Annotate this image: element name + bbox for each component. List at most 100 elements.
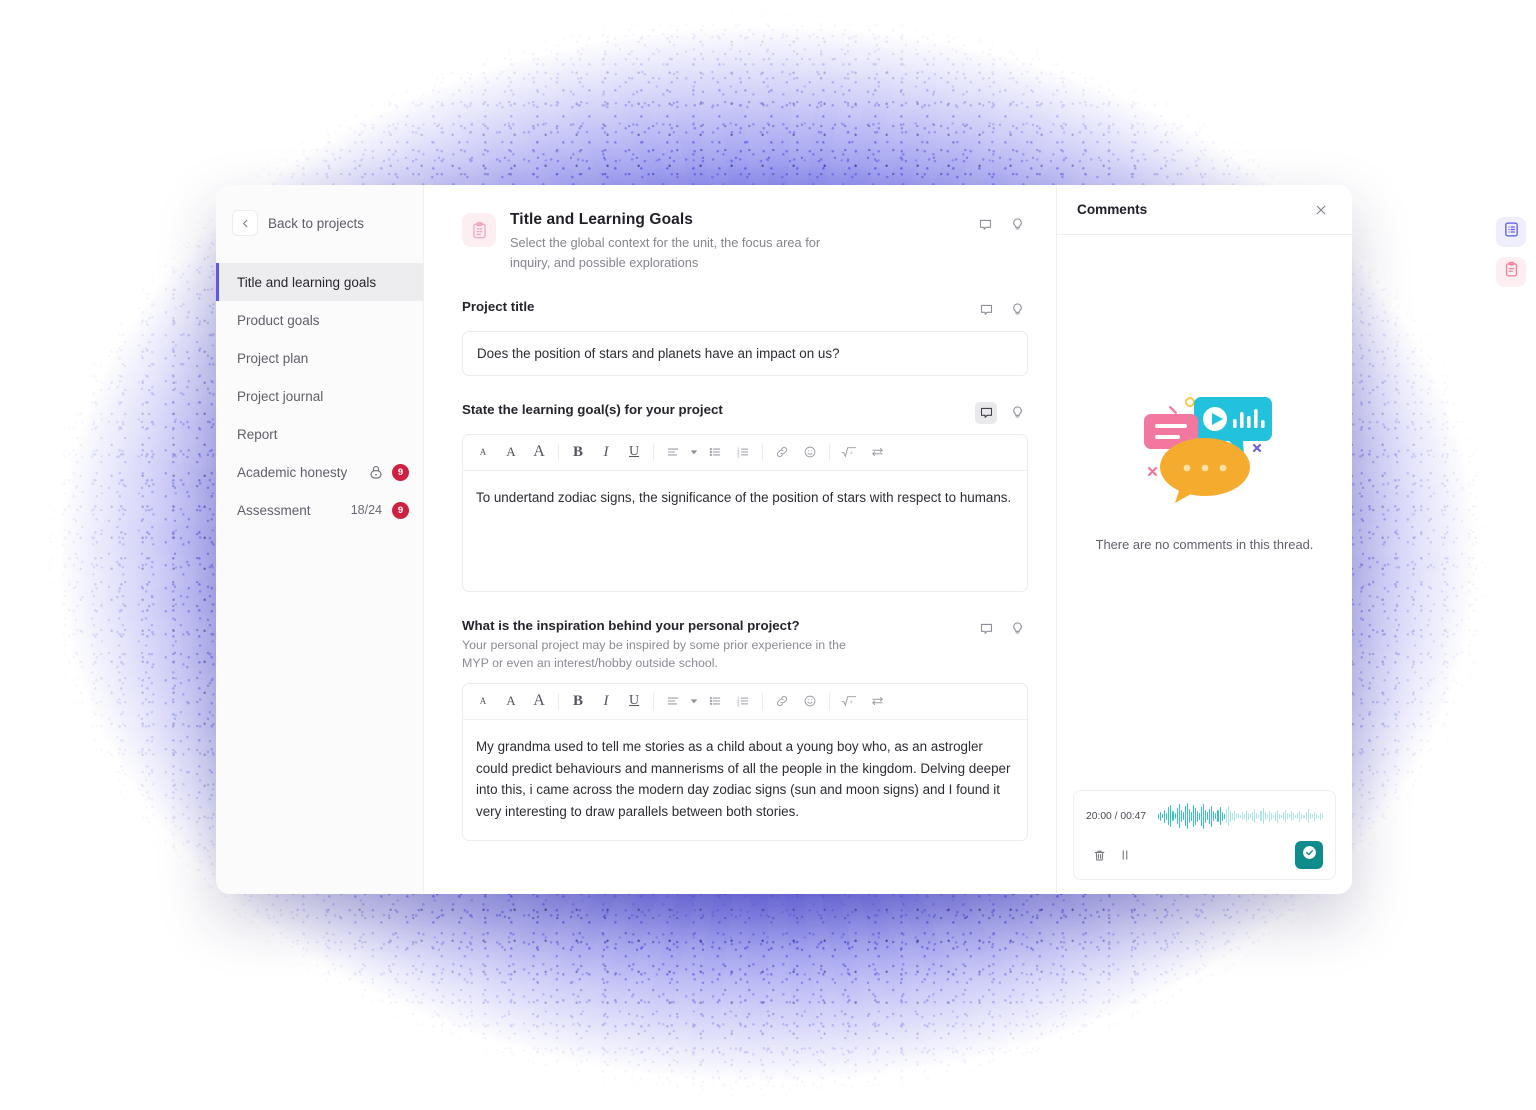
sidebar-item-project-plan[interactable]: Project plan xyxy=(216,339,423,377)
sidebar-item-label: Report xyxy=(237,426,278,442)
main-content: Title and Learning Goals Select the glob… xyxy=(424,185,1056,894)
audio-time: 20:00 / 00:47 xyxy=(1086,810,1147,822)
comment-icon[interactable] xyxy=(974,213,996,235)
assessment-score: 18/24 xyxy=(350,503,382,517)
close-icon[interactable] xyxy=(1310,199,1332,221)
math-formula-icon[interactable]: x xyxy=(835,687,863,715)
align-dropdown-caret-icon[interactable] xyxy=(687,448,701,456)
lightbulb-icon[interactable] xyxy=(1006,618,1028,640)
toolbar-divider xyxy=(762,443,763,461)
back-to-projects-button[interactable]: Back to projects xyxy=(216,195,423,251)
swap-icon[interactable] xyxy=(863,438,891,466)
clipboard-icon xyxy=(462,213,496,247)
learning-goals-editor: A A A B I U 1 2 3 x To undertand zodiac … xyxy=(462,433,1028,592)
toolbar-divider xyxy=(558,692,559,710)
lightbulb-icon[interactable] xyxy=(1006,402,1028,424)
page-title: Title and Learning Goals xyxy=(510,211,693,228)
font-size-medium-icon[interactable]: A xyxy=(497,438,525,466)
align-dropdown-caret-icon[interactable] xyxy=(687,697,701,705)
toolbar-divider xyxy=(829,443,830,461)
rail-button-document-list[interactable] xyxy=(1496,217,1526,247)
font-size-small-icon[interactable]: A xyxy=(469,687,497,715)
sidebar-item-report[interactable]: Report xyxy=(216,415,423,453)
inspiration-editor: A A A B I U 1 2 3 x My grandma used to t… xyxy=(462,682,1028,841)
svg-text:3: 3 xyxy=(737,703,740,708)
sidebar-item-product-goals[interactable]: Product goals xyxy=(216,301,423,339)
link-icon[interactable] xyxy=(768,438,796,466)
inspiration-text[interactable]: My grandma used to tell me stories as a … xyxy=(463,720,1027,840)
bold-icon[interactable]: B xyxy=(564,687,592,715)
bullet-list-icon[interactable] xyxy=(701,687,729,715)
toolbar-divider xyxy=(829,692,830,710)
math-formula-icon[interactable]: x xyxy=(835,438,863,466)
field-actions xyxy=(975,618,1028,640)
section-actions xyxy=(974,211,1028,235)
sidebar: Back to projects Title and learning goal… xyxy=(216,185,424,894)
pause-icon[interactable] xyxy=(1112,842,1138,868)
audio-waveform[interactable] xyxy=(1158,803,1323,829)
sidebar-item-label: Title and learning goals xyxy=(237,274,377,290)
send-comment-button[interactable] xyxy=(1295,841,1323,869)
sidebar-item-academic-honesty[interactable]: Academic honesty 9 xyxy=(216,453,423,491)
sidebar-item-project-journal[interactable]: Project journal xyxy=(216,377,423,415)
editor-toolbar: A A A B I U 1 2 3 x xyxy=(463,435,1027,471)
align-left-icon[interactable] xyxy=(659,687,687,715)
comments-header: Comments xyxy=(1057,185,1352,235)
font-size-large-icon[interactable]: A xyxy=(525,687,553,715)
section-header: Title and Learning Goals Select the glob… xyxy=(462,211,1028,273)
comments-empty-text: There are no comments in this thread. xyxy=(1095,536,1314,552)
svg-text:3: 3 xyxy=(737,453,740,458)
lightbulb-icon[interactable] xyxy=(1006,213,1028,235)
back-to-projects-label: Back to projects xyxy=(268,215,365,231)
font-size-medium-icon[interactable]: A xyxy=(497,687,525,715)
italic-icon[interactable]: I xyxy=(592,687,620,715)
align-left-icon[interactable] xyxy=(659,438,687,466)
emoji-icon[interactable] xyxy=(796,438,824,466)
field-label: What is the inspiration behind your pers… xyxy=(462,617,800,633)
document-list-icon xyxy=(1503,221,1520,243)
numbered-list-icon[interactable]: 123 xyxy=(729,438,757,466)
sidebar-nav: Title and learning goals Product goals P… xyxy=(216,263,423,529)
audio-player: 20:00 / 00:47 xyxy=(1073,790,1336,880)
field-inspiration: What is the inspiration behind your pers… xyxy=(462,618,1028,841)
chevron-left-icon xyxy=(232,210,258,236)
editor-toolbar: A A A B I U 1 2 3 x xyxy=(463,684,1027,720)
status-badge: 9 xyxy=(392,501,409,519)
swap-icon[interactable] xyxy=(863,687,891,715)
check-circle-icon xyxy=(1301,844,1318,866)
numbered-list-icon[interactable]: 123 xyxy=(729,687,757,715)
sidebar-item-title-and-learning-goals[interactable]: Title and learning goals xyxy=(216,263,423,301)
underline-icon[interactable]: U xyxy=(620,687,648,715)
bullet-list-icon[interactable] xyxy=(701,438,729,466)
status-badge: 9 xyxy=(392,463,409,481)
toolbar-divider xyxy=(558,443,559,461)
right-rail xyxy=(1486,185,1536,287)
field-actions xyxy=(975,401,1028,424)
bold-icon[interactable]: B xyxy=(564,438,592,466)
underline-icon[interactable]: U xyxy=(620,438,648,466)
field-actions xyxy=(975,299,1028,321)
trash-icon[interactable] xyxy=(1086,842,1112,868)
clipboard-tab-icon xyxy=(1503,261,1520,283)
comments-title: Comments xyxy=(1077,202,1148,217)
emoji-icon[interactable] xyxy=(796,687,824,715)
project-title-input[interactable]: Does the position of stars and planets h… xyxy=(462,330,1028,376)
field-project-title: Project title Does the position of stars… xyxy=(462,299,1028,376)
lock-icon xyxy=(368,464,384,480)
font-size-small-icon[interactable]: A xyxy=(469,438,497,466)
learning-goals-text[interactable]: To undertand zodiac signs, the significa… xyxy=(463,471,1027,591)
sidebar-item-label: Academic honesty xyxy=(237,464,348,480)
sidebar-item-label: Project plan xyxy=(237,350,309,366)
chat-bubbles-illustration xyxy=(1129,384,1281,511)
sidebar-item-assessment[interactable]: Assessment 18/24 9 xyxy=(216,491,423,529)
lightbulb-icon[interactable] xyxy=(1006,299,1028,321)
field-label: State the learning goal(s) for your proj… xyxy=(462,401,723,417)
toolbar-divider xyxy=(762,692,763,710)
italic-icon[interactable]: I xyxy=(592,438,620,466)
rail-button-clipboard[interactable] xyxy=(1496,257,1526,287)
link-icon[interactable] xyxy=(768,687,796,715)
comment-icon[interactable] xyxy=(975,299,997,321)
comment-icon[interactable] xyxy=(975,618,997,640)
font-size-large-icon[interactable]: A xyxy=(525,438,553,466)
comment-icon[interactable] xyxy=(975,401,997,424)
